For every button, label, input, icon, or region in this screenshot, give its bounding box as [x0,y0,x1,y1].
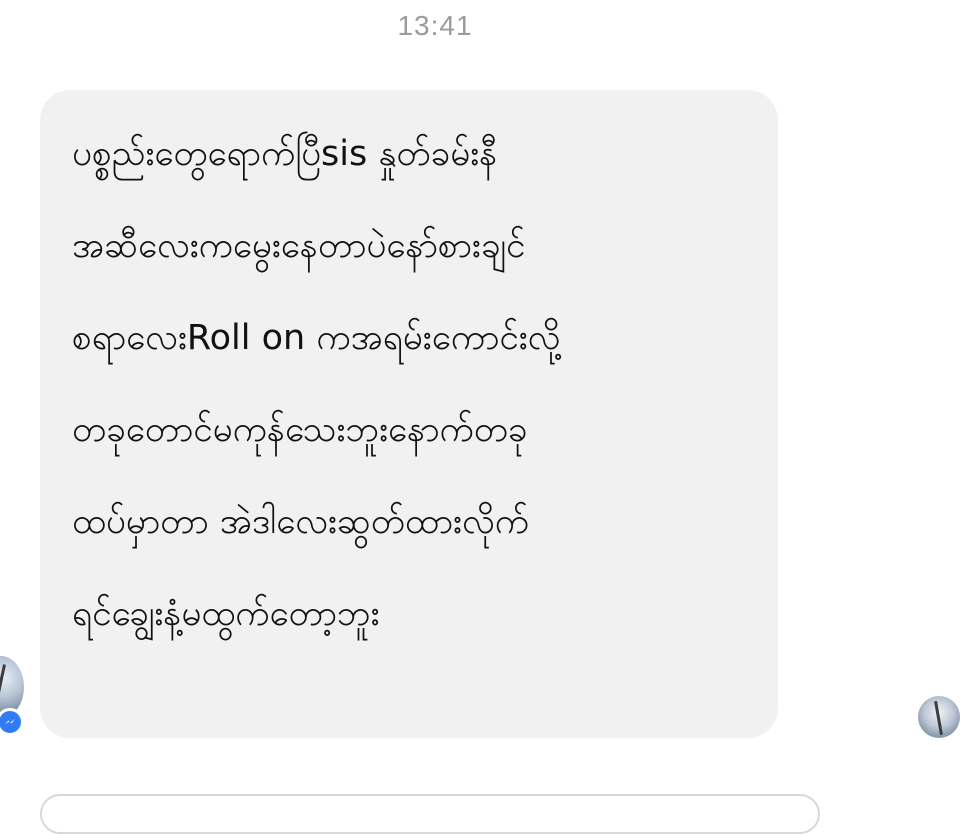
message-line: ပစ္စည်းတွေရောက်ပြီsis နှုတ်ခမ်းနီ [72,134,498,174]
avatar-branch-graphic [0,664,6,712]
message-line: အဆီလေးကမွေးနေတာပဲနော်စားချင် [72,226,526,266]
message-bubble[interactable]: ပစ္စည်းတွေရောက်ပြီsis နှုတ်ခမ်းနီ အဆီလေး… [40,90,778,738]
message-timestamp: 13:41 [397,10,473,41]
message-line: ရင်ချွေးနံ့မထွက်တော့ဘူး [72,594,380,634]
avatar-branch-graphic [934,700,943,736]
read-receipt-avatar [918,696,960,738]
messenger-bolt-icon [5,719,15,724]
message-line: စရာလေးRoll on ကအရမ်းကောင်းလို့ [72,318,561,358]
message-composer-edge[interactable] [40,794,820,834]
messenger-icon [0,708,24,736]
message-line: တခုတောင်မကုန်သေးဘူးနောက်တခု [72,410,528,450]
message-line: ထပ်မှာတာ အဲဒါလေးဆွတ်ထားလိုက် [72,502,529,542]
